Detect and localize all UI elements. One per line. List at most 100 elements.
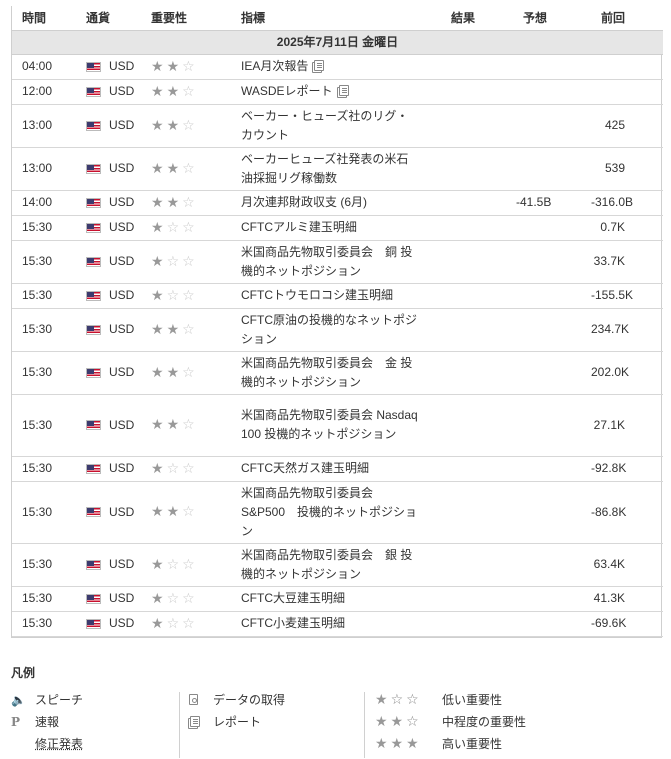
event-row[interactable]: 15:30 USD ★☆☆ 米国商品先物取引委員会 銀 投機的ネットポジション 63.4… bbox=[12, 543, 663, 587]
col-importance[interactable]: 重要性 bbox=[145, 6, 235, 31]
event-indicator[interactable]: WASDEレポート bbox=[241, 84, 333, 98]
event-indicator-cell[interactable]: WASDEレポート bbox=[235, 79, 435, 105]
event-indicator[interactable]: CFTCトウモロコシ建玉明細 bbox=[241, 288, 393, 302]
event-currency-cell: USD bbox=[80, 104, 145, 148]
event-row[interactable]: 14:00 USD ★★☆ 月次連邦財政収支 (6月) -41.5B -316.0B bbox=[12, 190, 663, 216]
star-empty-icon: ☆ bbox=[166, 589, 183, 606]
event-indicator-cell[interactable]: ベーカーヒューズ社発表の米石油採掘リグ稼働数 bbox=[235, 147, 435, 191]
calendar-table: 時間 通貨 重要性 指標 結果 予想 前回 2025年7月11日 金曜日 04:… bbox=[12, 6, 663, 637]
star-filled-icon: ★ bbox=[151, 416, 167, 432]
event-indicator-cell[interactable]: CFTC原油の投機的なネットポジション bbox=[235, 308, 435, 352]
event-indicator[interactable]: ベーカーヒューズ社発表の米石油採掘リグ稼働数 bbox=[241, 152, 408, 185]
date-row: 2025年7月11日 金曜日 bbox=[12, 30, 663, 55]
event-actual bbox=[435, 190, 510, 216]
event-actual bbox=[435, 79, 510, 105]
event-row[interactable]: 15:30 USD ★★☆ CFTC原油の投機的なネットポジション 234.7K bbox=[12, 308, 663, 352]
event-row[interactable]: 15:30 USD ★☆☆ CFTCアルミ建玉明細 0.7K bbox=[12, 215, 663, 241]
event-row[interactable]: 15:30 USD ★☆☆ CFTC大豆建玉明細 41.3K bbox=[12, 586, 663, 612]
us-flag-icon bbox=[86, 618, 101, 629]
event-forecast bbox=[510, 481, 585, 544]
event-indicator-cell[interactable]: 月次連邦財政収支 (6月) bbox=[235, 190, 435, 216]
event-time: 15:30 bbox=[12, 283, 80, 309]
us-flag-icon bbox=[86, 420, 101, 430]
event-time: 15:30 bbox=[12, 481, 80, 544]
event-indicator-cell[interactable]: 米国商品先物取引委員会 Nasdaq 100 投機的ネットポジション bbox=[235, 394, 435, 457]
event-indicator-cell[interactable]: CFTCトウモロコシ建玉明細 bbox=[235, 283, 435, 309]
star-empty-icon: ☆ bbox=[182, 252, 198, 269]
event-indicator[interactable]: CFTCアルミ建玉明細 bbox=[241, 220, 357, 234]
star-filled-icon: ★ bbox=[151, 159, 167, 176]
event-currency: USD bbox=[109, 504, 135, 519]
event-indicator[interactable]: 米国商品先物取引委員会 銅 投機的ネットポジション bbox=[241, 245, 412, 278]
event-indicator-cell[interactable]: 米国商品先物取引委員会 S&P500 投機的ネットポジション bbox=[235, 481, 435, 544]
event-indicator[interactable]: CFTC原油の投機的なネットポジション bbox=[241, 313, 417, 346]
star-empty-icon: ☆ bbox=[182, 555, 198, 572]
event-indicator[interactable]: 米国商品先物取引委員会 銀 投機的ネットポジション bbox=[241, 548, 412, 581]
us-flag-icon bbox=[86, 507, 101, 517]
star-filled-icon: ★ bbox=[166, 82, 183, 99]
event-row[interactable]: 13:00 USD ★★☆ ベーカーヒューズ社発表の米石油採掘リグ稼働数 539 bbox=[12, 147, 663, 191]
event-indicator[interactable]: CFTC天然ガス建玉明細 bbox=[241, 461, 369, 475]
event-row[interactable]: 13:00 USD ★★☆ ベーカー・ヒューズ社のリグ・カウント 425 bbox=[12, 104, 663, 148]
revised-link[interactable]: 修正発表 bbox=[35, 735, 83, 752]
col-previous[interactable]: 前回 bbox=[585, 6, 663, 31]
star-empty-icon: ☆ bbox=[182, 218, 198, 235]
col-currency[interactable]: 通貨 bbox=[80, 6, 145, 31]
event-row[interactable]: 15:30 USD ★☆☆ CFTCトウモロコシ建玉明細 -155.5K bbox=[12, 283, 663, 309]
event-row[interactable]: 15:30 USD ★☆☆ CFTC小麦建玉明細 -69.6K bbox=[12, 611, 663, 637]
event-indicator[interactable]: 米国商品先物取引委員会 金 投機的ネットポジション bbox=[241, 356, 412, 389]
us-flag-icon bbox=[86, 120, 101, 131]
event-time: 15:30 bbox=[12, 308, 80, 352]
legend-revised[interactable]: 修正発表 bbox=[11, 736, 179, 751]
event-row[interactable]: 04:00 USD ★★☆ IEA月次報告 bbox=[12, 54, 663, 80]
event-indicator-cell[interactable]: ベーカー・ヒューズ社のリグ・カウント bbox=[235, 104, 435, 148]
event-indicator-cell[interactable]: 米国商品先物取引委員会 銀 投機的ネットポジション bbox=[235, 543, 435, 587]
event-row[interactable]: 12:00 USD ★★☆ WASDEレポート bbox=[12, 79, 663, 105]
event-indicator[interactable]: CFTC大豆建玉明細 bbox=[241, 591, 345, 605]
event-forecast bbox=[510, 394, 585, 457]
event-indicator-cell[interactable]: CFTC小麦建玉明細 bbox=[235, 611, 435, 637]
event-indicator[interactable]: 米国商品先物取引委員会 Nasdaq 100 投機的ネットポジション bbox=[241, 408, 418, 441]
event-currency: USD bbox=[109, 161, 135, 175]
event-indicator[interactable]: CFTC小麦建玉明細 bbox=[241, 616, 345, 630]
event-time: 13:00 bbox=[12, 147, 80, 191]
star-empty-icon: ☆ bbox=[182, 614, 198, 631]
event-indicator-cell[interactable]: 米国商品先物取引委員会 銅 投機的ネットポジション bbox=[235, 240, 435, 284]
col-actual[interactable]: 結果 bbox=[435, 6, 510, 31]
event-indicator-cell[interactable]: 米国商品先物取引委員会 金 投機的ネットポジション bbox=[235, 351, 435, 395]
event-currency: USD bbox=[109, 461, 135, 475]
event-row[interactable]: 15:30 USD ★☆☆ 米国商品先物取引委員会 銅 投機的ネットポジション 33.7… bbox=[12, 240, 663, 284]
event-indicator[interactable]: IEA月次報告 bbox=[241, 59, 308, 73]
event-forecast bbox=[510, 456, 585, 482]
event-importance: ★☆☆ bbox=[145, 240, 235, 284]
importance-stars-icon: ★☆☆ bbox=[151, 287, 198, 303]
star-filled-icon: ★ bbox=[166, 320, 183, 337]
star-filled-icon: ★ bbox=[166, 363, 183, 380]
event-time: 14:00 bbox=[12, 190, 80, 216]
star-filled-icon: ★ bbox=[151, 320, 167, 337]
col-indicator[interactable]: 指標 bbox=[235, 6, 435, 31]
event-indicator-cell[interactable]: CFTCアルミ建玉明細 bbox=[235, 215, 435, 241]
event-currency: USD bbox=[109, 288, 135, 302]
event-indicator[interactable]: 月次連邦財政収支 (6月) bbox=[241, 195, 367, 209]
event-indicator-cell[interactable]: CFTC大豆建玉明細 bbox=[235, 586, 435, 612]
event-indicator-cell[interactable]: CFTC天然ガス建玉明細 bbox=[235, 456, 435, 482]
event-row[interactable]: 15:30 USD ★★☆ 米国商品先物取引委員会 金 投機的ネットポジション 202.… bbox=[12, 351, 663, 395]
event-importance: ★☆☆ bbox=[145, 543, 235, 587]
event-row[interactable]: 15:30 USD ★☆☆ CFTC天然ガス建玉明細 -92.8K bbox=[12, 456, 663, 482]
col-time[interactable]: 時間 bbox=[12, 6, 80, 31]
event-importance: ★★☆ bbox=[145, 190, 235, 216]
event-indicator[interactable]: 米国商品先物取引委員会 S&P500 投機的ネットポジション bbox=[241, 486, 417, 538]
event-currency: USD bbox=[109, 195, 135, 209]
legend-col-importance: ★ ☆☆ 低い重要性 ★★ ☆ 中程度の重要性 ★★★ 高い重要性 bbox=[364, 691, 526, 758]
event-row[interactable]: 15:30 USD ★★☆ 米国商品先物取引委員会 S&P500 投機的ネットポジショ… bbox=[12, 481, 663, 544]
event-indicator[interactable]: ベーカー・ヒューズ社のリグ・カウント bbox=[241, 109, 408, 142]
event-row[interactable]: 15:30 USD ★★☆ 米国商品先物取引委員会 Nasdaq 100 投機的ネット… bbox=[12, 394, 663, 457]
event-importance: ★★☆ bbox=[145, 351, 235, 395]
col-forecast[interactable]: 予想 bbox=[510, 6, 585, 31]
event-currency-cell: USD bbox=[80, 611, 145, 637]
event-currency-cell: USD bbox=[80, 54, 145, 80]
event-actual bbox=[435, 215, 510, 241]
star-filled-icon: ★ bbox=[166, 503, 183, 519]
event-indicator-cell[interactable]: IEA月次報告 bbox=[235, 54, 435, 80]
